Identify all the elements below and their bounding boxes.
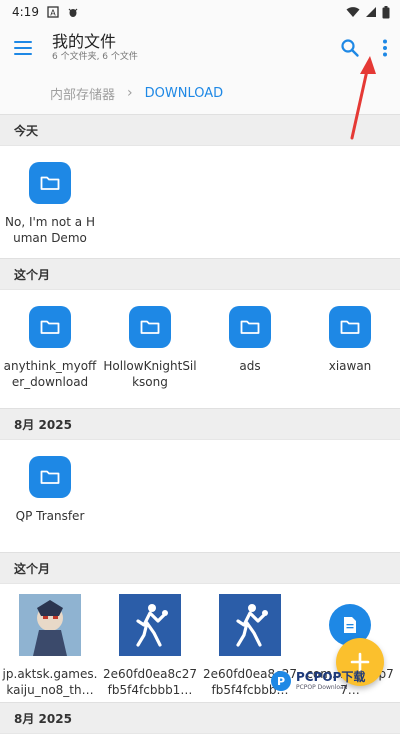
section-header-this-month: 这个月	[0, 258, 400, 290]
folder-item[interactable]: ads	[200, 290, 300, 408]
section-header-this-month-files: 这个月	[0, 552, 400, 584]
plus-icon	[350, 652, 370, 672]
item-label: anythink_myoffer_download	[3, 359, 97, 389]
item-label: QP Transfer	[15, 509, 85, 523]
player-thumbnail	[119, 594, 181, 656]
section-grid: QP Transfer	[0, 440, 400, 552]
item-label: HollowKnightSilksong	[103, 359, 197, 389]
title-block: 我的文件 6 个文件夹, 6 个文件	[52, 33, 340, 63]
watermark: P PCPOP下载 PCPOP Download	[270, 670, 365, 692]
item-label: No, I'm not a Human Demo	[5, 215, 95, 245]
status-bar: 4:19 A	[0, 0, 400, 24]
watermark-logo: P	[271, 671, 291, 691]
breadcrumb-parent[interactable]: 内部存储器	[50, 84, 115, 103]
menu-icon[interactable]	[14, 36, 38, 60]
chevron-right-icon: ›	[127, 85, 133, 101]
folder-icon	[29, 456, 71, 498]
item-label: ads	[239, 359, 261, 373]
item-label: jp.aktsk.games.kaiju_no8_th…	[2, 667, 98, 697]
battery-icon	[382, 5, 390, 18]
signal-icon	[366, 7, 376, 17]
wifi-icon	[346, 7, 360, 17]
breadcrumb-current[interactable]: DOWNLOAD	[145, 86, 224, 101]
section-header-august-2025: 8月 2025	[0, 408, 400, 440]
folder-item[interactable]: xiawan	[300, 290, 400, 408]
folder-item[interactable]: HollowKnightSilksong	[100, 290, 200, 408]
folder-icon	[29, 162, 71, 204]
player-thumbnail	[219, 594, 281, 656]
file-item[interactable]: jp.aktsk.games.kaiju_no8_th…	[0, 584, 100, 702]
section-grid: No, I'm not a Human Demo	[0, 146, 400, 258]
folder-icon	[29, 306, 71, 348]
file-item[interactable]: 2e60fd0ea8c27fb5f4fcbbb1…	[100, 584, 200, 702]
folder-icon	[229, 306, 271, 348]
page-subtitle: 6 个文件夹, 6 个文件	[52, 52, 138, 62]
more-options-icon[interactable]	[382, 38, 388, 58]
item-label: 2e60fd0ea8c27fb5f4fcbbb1…	[102, 667, 197, 697]
folder-item[interactable]: No, I'm not a Human Demo	[0, 146, 100, 258]
notification-bug-icon	[68, 8, 78, 17]
status-left: 4:19 A	[12, 5, 79, 19]
notification-a-icon: A	[47, 6, 59, 18]
page-title: 我的文件	[52, 32, 117, 51]
item-label: xiawan	[328, 359, 372, 373]
folder-item[interactable]: anythink_myoffer_download	[0, 290, 100, 408]
watermark-brand: PCPOP下载	[296, 670, 366, 684]
status-time: 4:19	[12, 5, 39, 19]
svg-text:P: P	[277, 675, 285, 688]
folder-item[interactable]: QP Transfer	[0, 440, 100, 552]
svg-text:A: A	[50, 9, 56, 18]
image-thumbnail	[19, 594, 81, 656]
folder-icon	[329, 306, 371, 348]
watermark-text: PCPOP下载 PCPOP Download	[296, 670, 366, 692]
annotation-arrow	[350, 56, 376, 140]
status-right	[346, 5, 390, 19]
section-grid: anythink_myoffer_download HollowKnightSi…	[0, 290, 400, 408]
folder-icon	[129, 306, 171, 348]
section-header-august-2025-partial: 8月 2025	[0, 702, 400, 734]
watermark-tagline: PCPOP Download	[296, 684, 348, 691]
